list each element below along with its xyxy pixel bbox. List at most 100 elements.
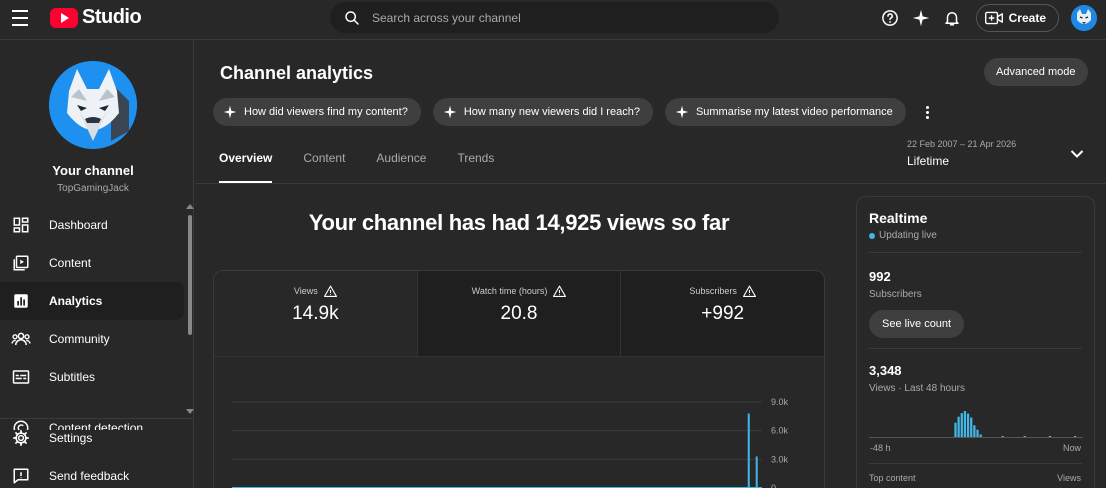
sidebar-item-community[interactable]: Community: [0, 320, 186, 358]
warning-icon: [323, 285, 337, 297]
chip-label: Summarise my latest video performance: [695, 106, 893, 118]
sidebar-item-label: Settings: [49, 431, 93, 445]
sidebar-item-send-feedback[interactable]: Send feedback: [0, 457, 194, 488]
realtime-axis-start: -48 h: [870, 443, 891, 453]
divider: [869, 463, 1082, 464]
analytics-icon: [11, 291, 31, 311]
sparkle-icon[interactable]: [910, 7, 932, 29]
tab-audience[interactable]: Audience: [376, 151, 426, 183]
kpi-value: +992: [701, 303, 745, 324]
scroll-up-icon[interactable]: [186, 204, 194, 209]
chip-summarise-latest[interactable]: Summarise my latest video performance: [664, 98, 906, 126]
chart-y-tick-label: 0: [771, 483, 776, 488]
sidebar-scrollbar[interactable]: [186, 204, 194, 420]
channel-handle: TopGamingJack: [57, 183, 129, 194]
warning-icon: [742, 285, 756, 297]
gear-icon: [11, 428, 31, 448]
chart-y-tick-label: 3.0k: [771, 454, 789, 464]
live-dot-icon: [869, 232, 875, 239]
sidebar-bottom-nav: Settings Send feedback: [0, 418, 194, 488]
sidebar-item-content[interactable]: Content: [0, 244, 186, 282]
content-icon: [11, 253, 31, 273]
chart-y-tick-label: 6.0k: [771, 426, 789, 436]
sidebar-item-label: Subtitles: [49, 370, 96, 384]
sidebar-item-label: Community: [49, 332, 110, 346]
sparkle-icon: [443, 105, 457, 119]
chart-y-tick-label: 9.0k: [771, 397, 789, 407]
stats-card: Views 14.9k Watch time (hours) 20.8 Subs…: [213, 270, 825, 488]
kpi-watch-time[interactable]: Watch time (hours) 20.8: [416, 271, 621, 356]
suggestion-chips: How did viewers find my content? How man…: [213, 98, 936, 126]
date-range-picker[interactable]: 22 Feb 2007 – 21 Apr 2026 Lifetime: [907, 139, 1097, 168]
channel-avatar[interactable]: [49, 61, 137, 149]
realtime-bar: [954, 422, 957, 437]
feedback-icon: [11, 466, 31, 486]
realtime-views-label: Views · Last 48 hours: [869, 383, 965, 394]
realtime-bar: [960, 413, 963, 437]
realtime-bar: [957, 416, 960, 437]
realtime-title: Realtime: [869, 210, 928, 226]
community-icon: [11, 329, 31, 349]
kpi-label: Subscribers: [689, 286, 737, 296]
warning-icon: [553, 285, 567, 297]
sidebar-nav: Dashboard Content Analytics Community Su…: [0, 206, 186, 430]
realtime-bar: [979, 434, 982, 437]
more-options-icon[interactable]: [920, 102, 936, 122]
dashboard-icon: [11, 215, 31, 235]
menu-icon[interactable]: [12, 10, 32, 26]
realtime-views-chart: [869, 411, 1083, 438]
kpi-subscribers[interactable]: Subscribers +992: [620, 271, 824, 356]
create-button[interactable]: Create: [975, 4, 1059, 32]
views-headline: Your channel has had 14,925 views so far: [308, 210, 730, 235]
realtime-status-text: Updating live: [879, 230, 937, 241]
tab-trends[interactable]: Trends: [457, 151, 494, 183]
see-live-count-button[interactable]: See live count: [869, 310, 965, 338]
realtime-bar: [1048, 435, 1052, 437]
realtime-card: Realtime Updating live 992 Subscribers S…: [856, 196, 1095, 488]
kpi-views[interactable]: Views 14.9k: [214, 271, 417, 356]
search-bar[interactable]: [330, 2, 779, 33]
kpi-label: Watch time (hours): [471, 286, 548, 296]
kpi-value: 20.8: [500, 303, 538, 324]
realtime-bar: [966, 413, 970, 437]
sidebar-item-subtitles[interactable]: Subtitles: [0, 358, 186, 396]
top-content-label: Top content: [869, 473, 916, 483]
realtime-subscribers-label: Subscribers: [869, 289, 922, 300]
page-title: Channel analytics: [220, 63, 374, 83]
channel-name: Your channel: [52, 163, 134, 178]
account-avatar[interactable]: [1071, 5, 1097, 31]
realtime-bar: [963, 411, 967, 437]
sparkle-icon: [675, 105, 689, 119]
scroll-down-icon[interactable]: [186, 409, 194, 414]
views-chart: 9.0k 6.0k 3.0k 0: [232, 397, 789, 488]
sidebar-item-settings[interactable]: Settings: [0, 419, 194, 457]
tab-overview[interactable]: Overview: [219, 151, 273, 183]
create-label: Create: [1008, 11, 1046, 25]
realtime-axis-end: Now: [1062, 443, 1081, 453]
tab-content[interactable]: Content: [303, 151, 345, 183]
realtime-bar: [1073, 435, 1077, 437]
studio-logo[interactable]: Studio: [50, 6, 142, 29]
subtitles-icon: [11, 367, 31, 387]
realtime-status: Updating live: [869, 230, 937, 241]
realtime-bar: [1023, 435, 1026, 437]
sidebar-item-analytics[interactable]: Analytics: [0, 282, 184, 320]
sidebar-item-dashboard[interactable]: Dashboard: [0, 206, 186, 244]
scrollbar-thumb[interactable]: [188, 215, 192, 335]
analytics-tabs: Overview Content Audience Trends: [219, 151, 525, 183]
sidebar-item-label: Send feedback: [49, 469, 130, 483]
realtime-bar: [976, 429, 979, 437]
top-bar: Studio Create: [0, 0, 1106, 40]
chip-viewers-find[interactable]: How did viewers find my content?: [213, 98, 421, 126]
kpi-value: 14.9k: [292, 303, 339, 324]
chip-label: How many new viewers did I reach?: [463, 106, 640, 118]
help-icon[interactable]: [879, 7, 901, 29]
chip-label: How did viewers find my content?: [244, 106, 408, 118]
advanced-mode-button[interactable]: Advanced mode: [984, 58, 1088, 86]
sidebar-item-label: Content: [49, 256, 92, 270]
main-content: Channel analytics Advanced mode How did …: [195, 40, 1106, 488]
chip-new-viewers[interactable]: How many new viewers did I reach?: [432, 98, 653, 126]
search-input[interactable]: [372, 10, 752, 25]
bell-icon[interactable]: [941, 7, 963, 29]
sidebar: Your channel TopGamingJack Dashboard Con…: [0, 40, 194, 488]
